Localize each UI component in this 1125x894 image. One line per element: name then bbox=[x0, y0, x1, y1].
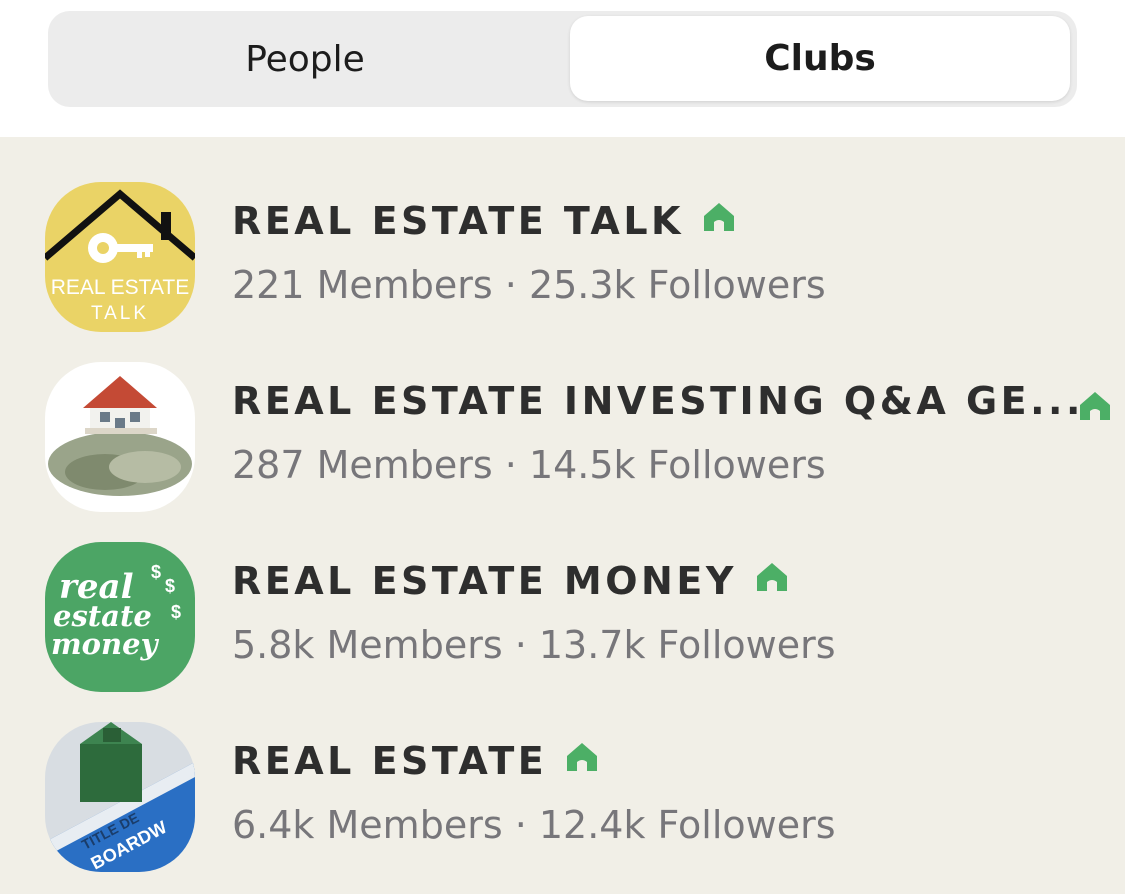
avatar-text: REAL ESTATE bbox=[51, 276, 189, 299]
club-avatar: real estate money $ $ $ bbox=[45, 542, 195, 692]
svg-text:$: $ bbox=[171, 602, 181, 622]
club-name: REAL ESTATE INVESTING Q&A GE... bbox=[232, 379, 1084, 423]
svg-text:$: $ bbox=[165, 576, 175, 596]
home-icon bbox=[1078, 390, 1112, 426]
list-item[interactable]: real estate money $ $ $ REAL ESTATE MONE… bbox=[0, 497, 1125, 692]
list-item[interactable]: REAL ESTATE TALK REAL ESTATE TALK 221 Me… bbox=[0, 137, 1125, 332]
club-stats: 5.8k Members · 13.7k Followers bbox=[232, 623, 836, 667]
home-icon bbox=[755, 558, 789, 602]
club-name: REAL ESTATE bbox=[232, 739, 599, 786]
clubs-list: REAL ESTATE TALK REAL ESTATE TALK 221 Me… bbox=[0, 137, 1125, 894]
club-name: REAL ESTATE TALK bbox=[232, 199, 736, 246]
tab-clubs[interactable]: Clubs bbox=[570, 16, 1070, 101]
home-icon bbox=[565, 738, 599, 782]
club-avatar: REAL ESTATE TALK bbox=[45, 182, 195, 332]
svg-text:$: $ bbox=[151, 562, 161, 582]
avatar-text: money bbox=[51, 627, 160, 661]
home-icon bbox=[702, 198, 736, 242]
club-avatar bbox=[45, 362, 195, 512]
club-name: REAL ESTATE MONEY bbox=[232, 559, 789, 606]
club-name-text: REAL ESTATE TALK bbox=[232, 199, 684, 243]
list-item[interactable]: TITLE DE BOARDW REAL ESTATE 6.4k Members… bbox=[0, 677, 1125, 872]
club-name-text: REAL ESTATE MONEY bbox=[232, 559, 737, 603]
list-item[interactable]: REAL ESTATE INVESTING Q&A GE... 287 Memb… bbox=[0, 317, 1125, 512]
top-bar: People Clubs bbox=[0, 0, 1125, 137]
club-name-text: REAL ESTATE bbox=[232, 739, 548, 783]
club-avatar: TITLE DE BOARDW bbox=[45, 722, 195, 872]
club-stats: 287 Members · 14.5k Followers bbox=[232, 443, 826, 487]
club-stats: 6.4k Members · 12.4k Followers bbox=[232, 803, 836, 847]
tab-people[interactable]: People bbox=[48, 11, 562, 107]
club-stats: 221 Members · 25.3k Followers bbox=[232, 263, 826, 307]
segmented-control: People Clubs bbox=[48, 11, 1077, 107]
